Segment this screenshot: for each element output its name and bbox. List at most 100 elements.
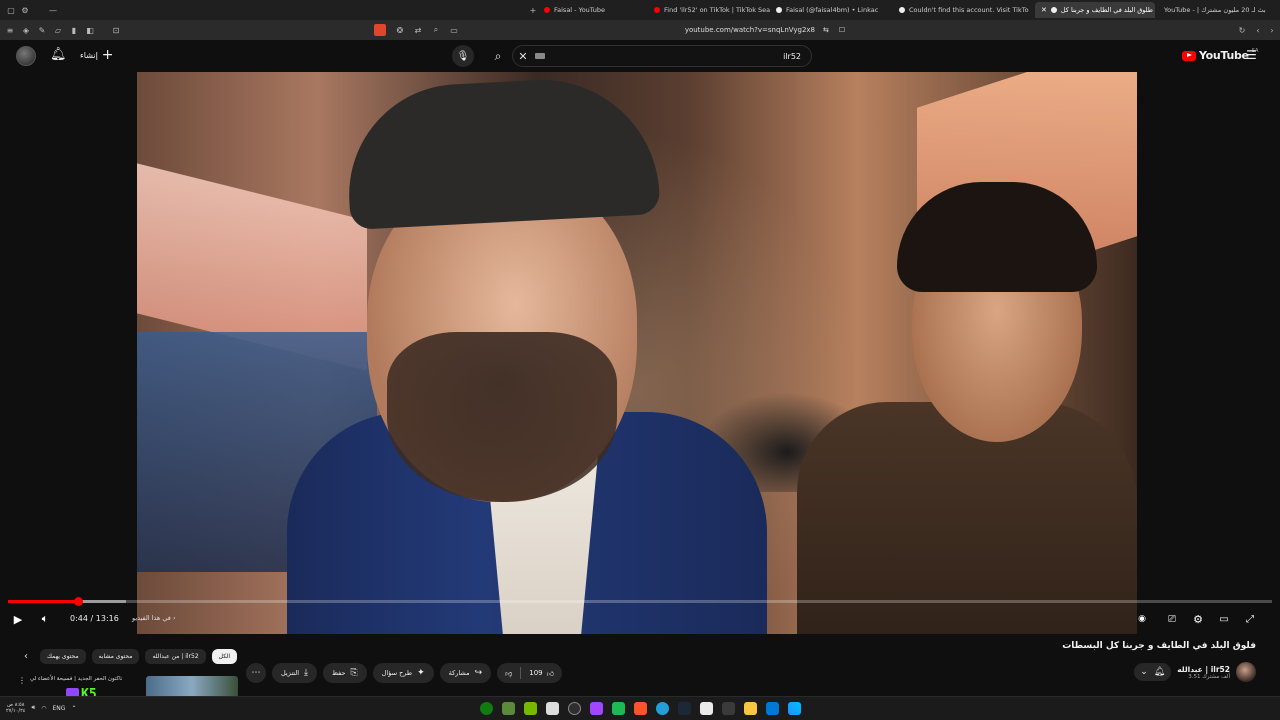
create-label: إنشاء <box>80 50 98 60</box>
video-player[interactable] <box>137 72 1137 634</box>
window-menu-icon[interactable]: ▢ <box>4 6 18 15</box>
url-text: youtube.com/watch?v=snqLnVyg2x8 <box>684 26 816 34</box>
kebab-menu-icon[interactable]: ⋮ <box>18 676 26 685</box>
progress-scrubber[interactable] <box>73 597 83 606</box>
speaker-icon[interactable]: 🔊︎ <box>31 704 35 712</box>
share-button[interactable]: مشاركة ↪ <box>439 663 492 683</box>
fullscreen-icon[interactable]: ⤢ <box>1242 611 1258 627</box>
taskbar-clock[interactable]: ٨:٥٨ ص ٢٧/١٠/٢٤ <box>6 702 25 714</box>
language-indicator[interactable]: ENG <box>53 705 66 712</box>
address-bar[interactable]: youtube.com/watch?v=snqLnVyg2x8 ⇆ ☐ <box>600 22 930 38</box>
chevron-right-icon: › <box>173 614 176 622</box>
settings-icon[interactable]: ⚙ <box>18 6 32 15</box>
zoom-icon[interactable]: ⌕ <box>430 24 442 36</box>
share-url-icon[interactable]: ⇆ <box>823 26 829 34</box>
more-actions-icon[interactable]: ⋯ <box>246 663 266 683</box>
calendar-app-icon[interactable] <box>700 702 713 715</box>
browser-tab[interactable]: YouTube - | بث لـ 20 مليون مشترك <box>1158 2 1270 18</box>
save-button[interactable]: حفظ ⎘ <box>323 663 367 683</box>
browser-tab[interactable]: Couldn't find this account. Visit TikTo <box>893 2 1033 18</box>
chip-from-channel[interactable]: من عبدالله | ilr52 <box>145 648 206 664</box>
chip-similar[interactable]: محتوى مشابه <box>91 648 140 664</box>
nvidia-app-icon[interactable] <box>524 702 537 715</box>
keyboard-icon[interactable] <box>535 53 545 59</box>
settings-gear-icon[interactable]: ⚙ <box>1190 611 1206 627</box>
minimize-icon[interactable]: — <box>46 6 60 15</box>
reload-icon[interactable]: ↻ <box>1236 24 1248 36</box>
close-tab-icon[interactable]: ✕ <box>1041 6 1047 14</box>
play-icon[interactable]: ▶ <box>10 611 26 627</box>
tab-title: YouTube - | بث لـ 20 مليون مشترك <box>1164 6 1266 14</box>
theater-mode-icon[interactable]: ▭ <box>1216 611 1232 627</box>
channel-name[interactable]: عبدالله | ilr52 <box>1177 665 1230 674</box>
thumbs-up-icon: 👍︎ <box>546 669 554 678</box>
minecraft-app-icon[interactable] <box>502 702 515 715</box>
steam-app-icon[interactable] <box>546 702 559 715</box>
browser-toolbar: ≡ ◈ ✎ ▱ ▮ ◧ ⊡ ❂ ⇄ ⌕ ▭ youtube.com/watch?… <box>0 20 1280 40</box>
panel-icon[interactable]: ▮ <box>68 24 80 36</box>
spotify-app-icon[interactable] <box>612 702 625 715</box>
obs-app-icon[interactable] <box>568 702 581 715</box>
create-button[interactable]: إنشاء + <box>80 48 114 62</box>
subtitles-icon[interactable]: ⎚ <box>1164 611 1180 627</box>
browser-tab-active[interactable]: ✕ طلوق البلد في الطايف و جربنا كل <box>1035 2 1155 18</box>
chip-all[interactable]: الكل <box>211 648 238 664</box>
like-button[interactable]: 109 👍︎ <box>521 663 562 683</box>
youtube-wordmark: YouTube <box>1199 49 1249 62</box>
voice-search-button[interactable]: 🎙︎ <box>452 45 474 67</box>
wifi-icon[interactable]: ◠ <box>41 705 46 712</box>
search-input[interactable] <box>545 51 811 61</box>
download-button[interactable]: التنزيل ⤓ <box>272 663 318 683</box>
recommendation-thumbnail[interactable] <box>146 676 238 698</box>
split-view-icon[interactable]: ◧ <box>84 24 96 36</box>
folder-app-icon[interactable] <box>744 702 757 715</box>
tab-title: Faisal (@faisal4bm) • Linkac <box>786 6 879 14</box>
clear-search-icon[interactable]: ✕ <box>513 50 533 63</box>
time-display: 0:44 / 13:16 <box>70 614 119 623</box>
brave-app-icon[interactable] <box>634 702 647 715</box>
chevron-up-icon[interactable]: ⌃ <box>71 705 76 712</box>
ask-button[interactable]: طرح سؤال ✦ <box>372 663 434 683</box>
brave-shield-icon[interactable] <box>374 24 386 36</box>
cast-icon[interactable]: ▭ <box>448 24 460 36</box>
notifications-bell-icon[interactable]: 🔔︎ <box>50 47 67 62</box>
start-windows-icon[interactable] <box>788 702 801 715</box>
xbox-app-icon[interactable] <box>480 702 493 715</box>
volume-icon[interactable]: 🔈︎ <box>38 611 52 627</box>
current-time: 0:44 <box>70 614 88 623</box>
translate-icon[interactable]: ⇄ <box>412 24 424 36</box>
search-button[interactable]: ⌕ <box>488 45 508 67</box>
rewards-icon[interactable]: ❂ <box>394 24 406 36</box>
recommendation-title[interactable]: ناكتون الحفر الجديد | فسيحة الأعضاء لي <box>30 676 122 682</box>
screenshot-icon[interactable]: ⊡ <box>110 24 122 36</box>
files-app-icon[interactable] <box>722 702 735 715</box>
browser-tab[interactable]: Faisal - YouTube <box>538 2 648 18</box>
download-icon: ⤓ <box>304 668 309 678</box>
browser-tab[interactable]: Find 'ilr52' on TikTok | TikTok Search <box>648 2 770 18</box>
browser-tab[interactable]: Faisal (@faisal4bm) • Linkac <box>770 2 890 18</box>
dislike-button[interactable]: 👎︎ <box>497 663 520 683</box>
guide-menu-icon[interactable]: ☰ <box>1246 48 1257 62</box>
opera-app-icon[interactable] <box>590 702 603 715</box>
chip-interests[interactable]: محتوى يهمك <box>40 648 86 664</box>
bookmark-icon[interactable]: ▱ <box>52 24 64 36</box>
progress-played <box>8 600 78 603</box>
extension-icon[interactable]: ✎ <box>36 24 48 36</box>
steam-client-icon[interactable] <box>678 702 691 715</box>
video-actions: ⋯ التنزيل ⤓ حفظ ⎘ طرح سؤال ✦ مشاركة ↪ 👎︎… <box>246 662 562 684</box>
video-progress-bar[interactable] <box>8 597 1272 606</box>
autoplay-toggle[interactable]: ◉ <box>1136 611 1148 627</box>
sidebar-menu-icon[interactable]: ≡ <box>4 24 16 36</box>
subscription-button[interactable]: ⌄ 🔔︎ <box>1134 663 1172 681</box>
tiktok-favicon-icon <box>776 7 782 13</box>
back-icon[interactable]: ‹ <box>1252 24 1264 36</box>
chapter-button[interactable]: في هذا الفيديو › <box>132 614 176 622</box>
bookmark-star-icon[interactable]: ☐ <box>839 26 845 34</box>
account-avatar[interactable] <box>16 46 36 66</box>
forward-icon[interactable]: › <box>1266 24 1278 36</box>
chevron-left-icon[interactable]: ‹ <box>24 651 34 662</box>
shield-icon[interactable]: ◈ <box>20 24 32 36</box>
telegram-app-icon[interactable] <box>656 702 669 715</box>
store-app-icon[interactable] <box>766 702 779 715</box>
channel-avatar[interactable] <box>1236 662 1256 682</box>
